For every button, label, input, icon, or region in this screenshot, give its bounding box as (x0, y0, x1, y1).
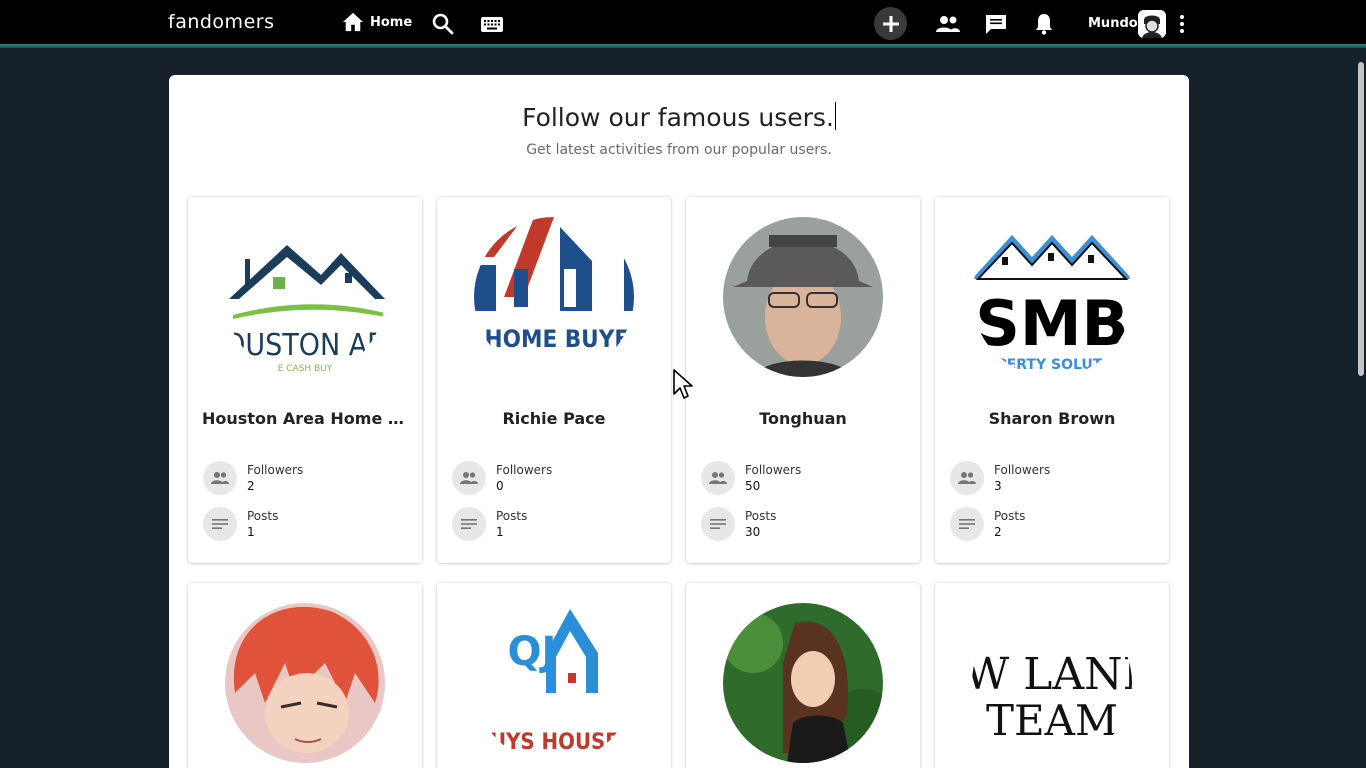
user-name[interactable]: Richie Pace (451, 409, 657, 428)
followers-label: Followers (247, 463, 304, 477)
posts-stat: Posts 30 (701, 507, 776, 541)
followers-count: 2 (247, 479, 255, 493)
avatar-text: BUYS HOUSES (475, 730, 633, 755)
section-subtitle: Get latest activities from our popular u… (526, 142, 832, 158)
posts-icon (959, 519, 975, 529)
person-photo-avatar (723, 217, 883, 377)
house-logo-avatar: OUSTON AR E CASH BUY (225, 217, 385, 377)
user-name[interactable]: Houston Area Home Cas… (202, 409, 408, 428)
user-name[interactable]: Sharon Brown (949, 409, 1155, 428)
avatar-text: E CASH BUY (278, 364, 333, 374)
avatar-text: E HOME BUYER (474, 325, 634, 353)
bell-icon[interactable] (1032, 12, 1056, 36)
followers-icon (460, 472, 478, 484)
user-card[interactable]: OUSTON AR E CASH BUY Houston Area Home C… (188, 197, 422, 563)
posts-count: 2 (994, 525, 1002, 539)
avatar-text: TEAM (986, 696, 1118, 745)
chat-icon[interactable] (984, 12, 1008, 36)
search-icon[interactable] (431, 12, 455, 36)
avatar-text: SMB (975, 287, 1129, 360)
avatar-text: QJ (508, 629, 557, 675)
page-scrollbar-thumb[interactable] (1358, 62, 1364, 376)
posts-stat: Posts 1 (203, 507, 278, 541)
posts-icon (461, 519, 477, 529)
house-logo-avatar: E HOME BUYER (474, 217, 634, 377)
text-caret (834, 102, 836, 130)
posts-label: Posts (247, 509, 279, 523)
followers-count: 3 (994, 479, 1002, 493)
followers-icon (709, 472, 727, 484)
create-post-button[interactable] (874, 7, 907, 40)
section-title-text: Follow our famous users. (522, 103, 834, 132)
posts-stat: Posts 2 (950, 507, 1025, 541)
followers-label: Followers (496, 463, 553, 477)
people-icon[interactable] (935, 12, 961, 36)
posts-count: 30 (745, 525, 761, 539)
posts-label: Posts (745, 509, 777, 523)
famous-users-panel: Follow our famous users. Get latest acti… (169, 75, 1189, 768)
avatar-image (1138, 10, 1166, 38)
navbar-accent-line (0, 44, 1366, 48)
woman-photo-avatar (723, 603, 883, 763)
posts-count: 1 (496, 525, 504, 539)
posts-icon (710, 519, 726, 529)
user-card[interactable]: E HOME BUYER Richie Pace Followers 0 Post… (437, 197, 671, 563)
avatar-text: OUSTON AR (225, 328, 385, 363)
user-avatar-image: SMB PERTY SOLUTI (972, 217, 1132, 377)
plus-icon (882, 15, 899, 32)
mouse-cursor-icon (673, 369, 693, 399)
posts-label: Posts (496, 509, 528, 523)
user-avatar-image: QJ BUYS HOUSES (474, 603, 634, 763)
followers-icon (958, 472, 976, 484)
home-icon (343, 12, 363, 32)
section-title: Follow our famous users. (169, 102, 1189, 132)
user-card[interactable] (686, 583, 920, 768)
app-logo[interactable]: fandomers (168, 11, 274, 33)
more-vert-icon[interactable] (1174, 12, 1190, 36)
followers-count: 50 (745, 479, 761, 493)
posts-stat: Posts 1 (452, 507, 527, 541)
followers-stat: Followers 0 (452, 461, 552, 495)
followers-stat: Followers 3 (950, 461, 1050, 495)
user-avatar-image (723, 217, 883, 377)
nav-home-link[interactable]: Home (342, 12, 412, 32)
user-avatar-image: W LANI TEAM (972, 603, 1132, 763)
smb-logo-avatar: SMB PERTY SOLUTI (972, 217, 1132, 377)
posts-icon (212, 519, 228, 529)
followers-stat: Followers 2 (203, 461, 303, 495)
user-name[interactable]: Tonghuan (700, 409, 906, 428)
user-card[interactable]: QJ BUYS HOUSES (437, 583, 671, 768)
user-avatar[interactable] (1138, 10, 1166, 38)
followers-label: Followers (745, 463, 802, 477)
keyboard-icon[interactable] (480, 12, 504, 36)
followers-stat: Followers 50 (701, 461, 801, 495)
user-card[interactable]: SMB PERTY SOLUTI Sharon Brown Followers 3… (935, 197, 1169, 563)
avatar-text: W LANI (972, 649, 1132, 700)
user-avatar-image: E HOME BUYER (474, 217, 634, 377)
user-avatar-image (225, 603, 385, 763)
text-logo-avatar: W LANI TEAM (972, 603, 1132, 763)
followers-label: Followers (994, 463, 1051, 477)
current-user-name[interactable]: Mundo (1088, 16, 1138, 31)
user-card[interactable]: W LANI TEAM (935, 583, 1169, 768)
nav-home-label: Home (370, 14, 413, 30)
user-card[interactable] (188, 583, 422, 768)
posts-count: 1 (247, 525, 255, 539)
followers-icon (211, 472, 229, 484)
user-avatar-image (723, 603, 883, 763)
qj-logo-avatar: QJ BUYS HOUSES (474, 603, 634, 763)
anime-avatar (225, 603, 385, 763)
followers-count: 0 (496, 479, 504, 493)
user-card[interactable]: Tonghuan Followers 50 Posts 30 (686, 197, 920, 563)
user-avatar-image: OUSTON AR E CASH BUY (225, 217, 385, 377)
posts-label: Posts (994, 509, 1026, 523)
avatar-text: PERTY SOLUTI (996, 357, 1107, 373)
